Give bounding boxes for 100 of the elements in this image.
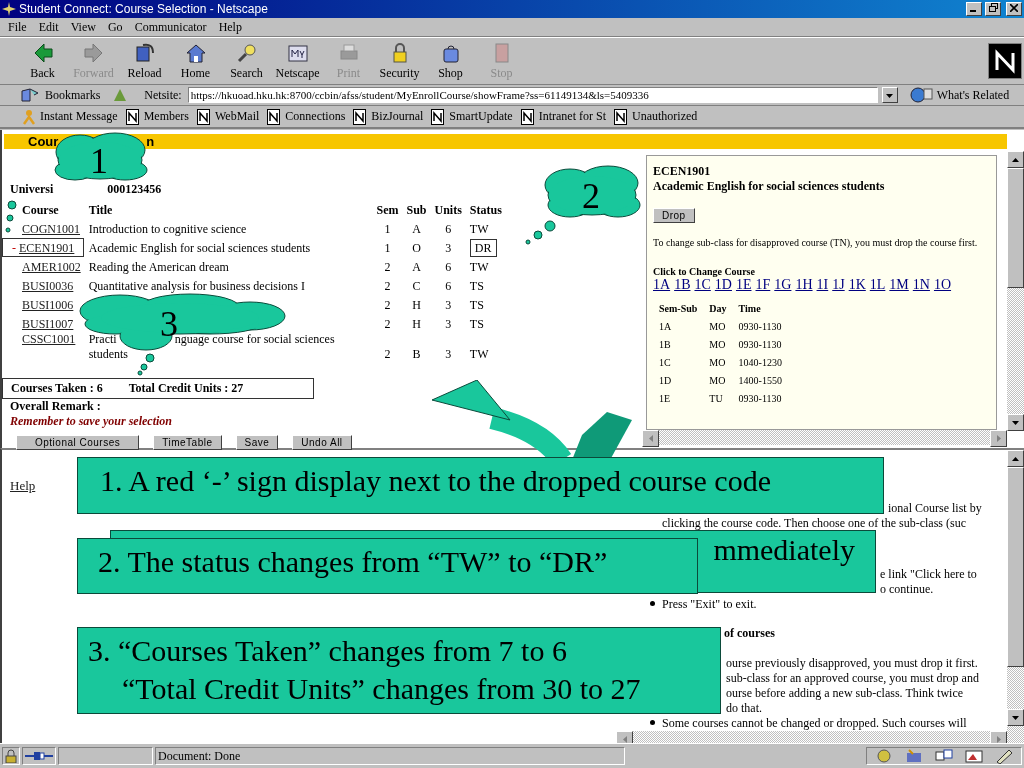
- table-cell: 2: [384, 317, 391, 331]
- menu-item[interactable]: Edit: [32, 19, 65, 35]
- subclass-link[interactable]: 1E: [735, 277, 752, 293]
- mail-icon[interactable]: [905, 748, 923, 764]
- toolbar-button[interactable]: Home: [170, 41, 221, 81]
- page-icon: [197, 108, 211, 125]
- column-header: Time: [738, 302, 761, 314]
- table-cell: 0930-1130: [738, 338, 782, 350]
- subclass-link[interactable]: 1N: [912, 277, 930, 293]
- table-cell: A: [412, 222, 421, 236]
- form-button[interactable]: Save: [235, 435, 279, 450]
- page-icon: [353, 108, 368, 125]
- page-icon: [614, 108, 628, 125]
- horizontal-scrollbar[interactable]: [616, 731, 1007, 743]
- help-text: ional Course list by: [888, 501, 982, 515]
- toolbar-button[interactable]: Shop: [425, 41, 476, 81]
- page-icon: [431, 108, 446, 125]
- overall-remark: Overall Remark :: [10, 399, 102, 414]
- course-code-link[interactable]: COGN1001: [22, 222, 80, 236]
- subclass-link[interactable]: 1B: [674, 277, 691, 293]
- menu-item[interactable]: View: [64, 19, 102, 35]
- student-label: Universi: [10, 182, 54, 197]
- form-button[interactable]: Undo All: [292, 435, 352, 450]
- subclass-link[interactable]: 1G: [774, 277, 792, 293]
- personal-toolbar-button[interactable]: SmartUpdate: [431, 108, 513, 125]
- netscape-logo-icon[interactable]: [988, 43, 1022, 79]
- composer-icon[interactable]: [965, 748, 983, 764]
- subclass-link[interactable]: 1J: [832, 277, 845, 293]
- course-code-link[interactable]: AMER1002: [22, 260, 81, 274]
- menu-item[interactable]: Go: [101, 19, 129, 35]
- vertical-scrollbar[interactable]: [1007, 450, 1024, 743]
- page-icon: [520, 108, 535, 125]
- status-cell: TW: [469, 260, 489, 274]
- help-text: e link "Click here to: [880, 567, 977, 581]
- table-cell: 3: [445, 347, 452, 361]
- whats-related-button[interactable]: What's Related: [909, 87, 1010, 103]
- personal-toolbar-button[interactable]: Members: [125, 108, 189, 125]
- menu-item[interactable]: Communicator: [128, 19, 213, 35]
- course-code-link[interactable]: BUSI1006: [22, 298, 74, 312]
- personal-toolbar-button[interactable]: Unauthorized: [614, 108, 698, 125]
- page-icon: [125, 108, 140, 125]
- course-code-link[interactable]: BUSI1007: [22, 317, 74, 331]
- table-cell: 1D: [659, 374, 672, 386]
- banner-text: 2. The status changes from “TW” to “DR”: [98, 544, 609, 580]
- status-cell: DR: [469, 239, 497, 257]
- subclass-link[interactable]: 1K: [848, 277, 866, 293]
- personal-toolbar-button[interactable]: WebMail: [197, 108, 260, 125]
- subclass-link[interactable]: 1A: [653, 277, 671, 293]
- form-button[interactable]: TimeTable: [153, 435, 222, 450]
- security-lock-icon[interactable]: [2, 747, 20, 765]
- minimize-button[interactable]: [966, 2, 982, 16]
- personal-toolbar-button[interactable]: BizJournal: [353, 108, 424, 125]
- window-title: Student Connect: Course Selection - Netscape: [19, 2, 269, 16]
- help-link[interactable]: Help: [10, 478, 36, 494]
- caret-icon: [886, 93, 894, 98]
- subclass-link[interactable]: 1I: [816, 277, 829, 293]
- toolbar-button[interactable]: Search: [221, 41, 272, 81]
- restore-button[interactable]: [985, 2, 1001, 16]
- subclass-link[interactable]: 1F: [755, 277, 771, 293]
- menu-item[interactable]: Help: [212, 19, 248, 35]
- course-code-link[interactable]: BUSI0036: [22, 279, 74, 293]
- course-code-link[interactable]: CSSC1001: [22, 332, 76, 346]
- navigator-icon[interactable]: [875, 748, 893, 764]
- course-title: students: [88, 347, 128, 361]
- toolbar-button[interactable]: Reload: [119, 41, 170, 81]
- table-cell: 3: [445, 317, 452, 331]
- dropdown-button[interactable]: [881, 87, 898, 103]
- url-field[interactable]: https://hkuoad.hku.hk:8700/ccbin/afss/student/MyEnrollCourse/showFrame?ss=61149134&ls=5409336: [187, 87, 878, 103]
- table-cell: O: [412, 241, 421, 255]
- page-icon: [267, 108, 282, 125]
- callout-number: 1: [90, 143, 108, 179]
- help-text: o continue.: [880, 582, 934, 596]
- scroll-up-icon: [1012, 157, 1019, 162]
- subclass-link[interactable]: 1O: [933, 277, 952, 293]
- close-button[interactable]: [1006, 2, 1022, 16]
- vertical-scrollbar[interactable]: [1007, 151, 1024, 431]
- personal-toolbar-button[interactable]: Connections: [267, 108, 346, 125]
- subclass-link[interactable]: 1M: [889, 277, 909, 293]
- subclass-link[interactable]: 1H: [795, 277, 813, 293]
- toolbar-button[interactable]: Back: [17, 41, 68, 81]
- student-number: 000123456: [107, 182, 162, 197]
- personal-toolbar-button[interactable]: Intranet for St: [520, 108, 606, 125]
- scroll-right-icon: [996, 435, 1001, 442]
- toolbar-button[interactable]: Netscape: [272, 41, 323, 81]
- subclass-link[interactable]: 1C: [694, 277, 711, 293]
- pen-icon[interactable]: [995, 748, 1013, 764]
- form-button[interactable]: Optional Courses: [16, 435, 140, 450]
- connection-plug-icon: [22, 747, 56, 765]
- menu-item[interactable]: File: [2, 19, 33, 35]
- subclass-link[interactable]: 1L: [869, 277, 886, 293]
- course-code-link[interactable]: ECEN1901: [19, 241, 75, 255]
- drop-button[interactable]: Drop: [653, 208, 695, 223]
- discussion-icon[interactable]: [935, 748, 953, 764]
- horizontal-scrollbar[interactable]: [642, 430, 1007, 445]
- personal-toolbar-button[interactable]: Instant Message: [22, 108, 118, 125]
- toolbar-button[interactable]: Security: [374, 41, 425, 81]
- help-heading: of courses: [724, 626, 775, 640]
- bookmarks-button[interactable]: Bookmarks: [20, 87, 101, 103]
- scroll-down-icon: [1012, 715, 1019, 720]
- subclass-link[interactable]: 1D: [714, 277, 732, 293]
